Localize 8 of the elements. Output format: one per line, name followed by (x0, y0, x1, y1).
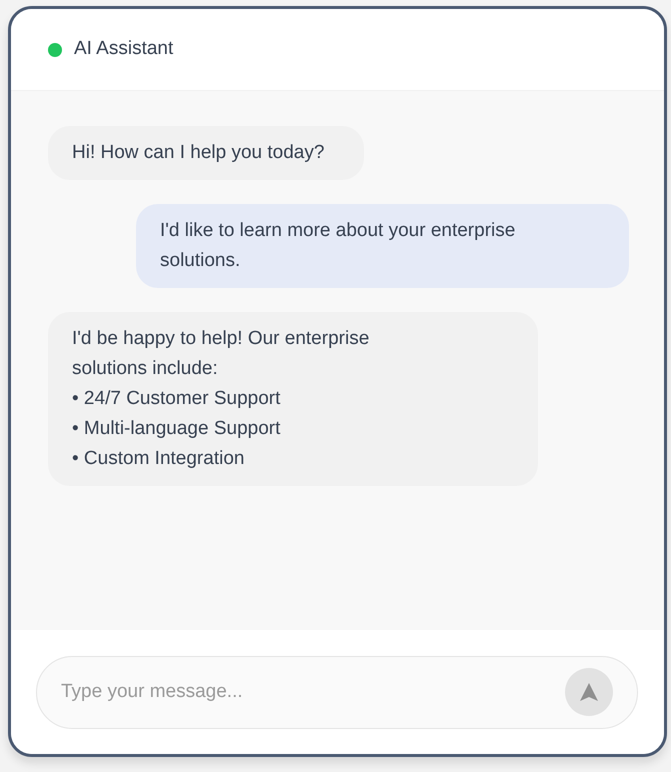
user-message: I'd like to learn more about your enterprise solutions. (136, 204, 629, 288)
message-input[interactable]: Type your message... (36, 656, 638, 728)
send-icon (579, 682, 599, 702)
assistant-message: I'd be happy to help! Our enterprise solutions include: • 24/7 Customer Support • Multi-language Support • Custom Integration (48, 312, 538, 486)
message-field[interactable]: Type your message... (61, 678, 565, 706)
chat-title: AI Assistant (74, 37, 174, 62)
assistant-message: Hi! How can I help you today? (48, 126, 364, 180)
send-button[interactable] (565, 668, 613, 716)
